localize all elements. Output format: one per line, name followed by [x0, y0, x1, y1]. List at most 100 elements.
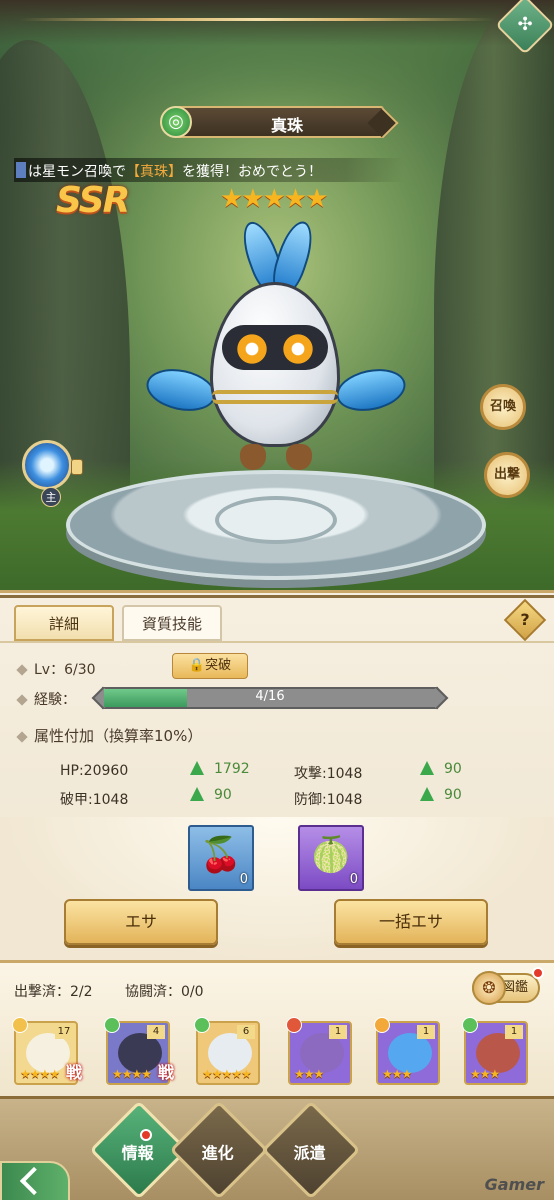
card-level: 17 — [55, 1025, 73, 1039]
book-emblem-icon: ❂ — [472, 971, 506, 1005]
element-icon — [286, 1017, 302, 1033]
card-level: 1 — [417, 1025, 435, 1039]
monster-card[interactable]: 6 ★★★★★ — [194, 1017, 260, 1085]
sortie-button[interactable]: 出撃 — [484, 452, 530, 498]
ticker-suffix: を獲得！おめでとう！ — [182, 164, 322, 180]
bulk-feed-button[interactable]: 一括エサ — [334, 899, 488, 945]
card-level: 6 — [237, 1025, 255, 1039]
monster-card[interactable]: 1 ★★★ — [286, 1017, 352, 1085]
element-icon — [374, 1017, 390, 1033]
exp-label: 経験： — [34, 692, 76, 708]
ticker-highlight: 【真珠】 — [126, 164, 182, 180]
card-level: 4 — [147, 1025, 165, 1039]
stat-attack-bonus: 90 — [420, 761, 462, 777]
attr-title-row: 属性付加（換算率10%） — [16, 725, 203, 746]
help-icon: ? — [520, 610, 530, 629]
breakthrough-button[interactable]: 🔒突破 — [172, 653, 248, 679]
stat-hp: HP:20960 — [60, 763, 129, 779]
nav-dispatch-label: 派遣 — [293, 1143, 326, 1163]
exp-row: 経験： — [16, 689, 76, 709]
summon-button[interactable]: 召喚 — [480, 384, 526, 430]
attr-title: 属性付加（換算率10%） — [34, 727, 203, 745]
monster-name: 真珠 — [270, 116, 303, 135]
sortie-count: 出撃済：2/2 — [14, 984, 93, 1000]
announcement-ticker: は星モン召喚で【真珠】を獲得！おめでとう！ — [14, 158, 404, 182]
star-rating: ★★★★★ — [220, 184, 329, 214]
monster-card[interactable]: 1 ★★★ — [462, 1017, 528, 1085]
monster-scene: ✣ ◎ 真珠 は星モン召喚で【真珠】を獲得！おめでとう！ SSR ★★★★★ 主… — [0, 0, 554, 590]
coop-count: 協闘済：0/0 — [124, 984, 204, 1000]
roster-bar: 出撃済：2/2 協闘済：0/0 ❂ 図鑑 17 ★★★★ 戦 4 ★★★★ 戦 6 ★★★★★… — [0, 960, 554, 1096]
exp-text: 4/16 — [255, 689, 285, 704]
encyclopedia-button[interactable]: ❂ 図鑑 — [472, 967, 544, 1005]
up-arrow-icon — [190, 761, 204, 775]
element-icon — [462, 1017, 478, 1033]
item-count: 0 — [349, 872, 358, 887]
monster-card[interactable]: 4 ★★★★ 戦 — [104, 1017, 174, 1085]
detail-panel: 詳細 資質技能 ? Lv：6/30 🔒突破 経験： 4/16 属性付加（換算率1… — [0, 590, 554, 963]
monster-card[interactable]: 17 ★★★★ 戦 — [12, 1017, 82, 1085]
nav-evolve-label: 進化 — [201, 1143, 234, 1163]
element-icon — [104, 1017, 120, 1033]
card-stars: ★★★ — [470, 1067, 500, 1081]
cherry-item[interactable]: 🍒 0 — [188, 825, 254, 891]
up-arrow-icon — [420, 761, 434, 775]
level-text: Lv：6/30 — [34, 662, 96, 678]
rarity-badge: SSR — [56, 180, 130, 221]
element-icon — [12, 1017, 28, 1033]
in-battle-badge: 戦 — [65, 1063, 82, 1082]
stat-defense-bonus: 90 — [420, 787, 462, 803]
feed-area: 🍒 0 🍈 0 エサ 一括エサ — [0, 817, 554, 963]
diamond-bullet-icon — [16, 730, 28, 743]
breakthrough-label: 突破 — [205, 658, 232, 673]
summon-platform — [66, 470, 486, 580]
feed-button[interactable]: エサ — [64, 899, 218, 945]
top-frame — [0, 0, 554, 46]
bottom-nav: 情報 進化 派遣 Gamer — [0, 1096, 554, 1200]
help-button[interactable]: ? — [503, 598, 547, 642]
monster-sprite[interactable] — [140, 217, 410, 480]
level-row: Lv：6/30 — [16, 659, 96, 679]
element-icon — [194, 1017, 210, 1033]
card-level: 1 — [505, 1025, 523, 1039]
stat-hp-bonus: 1792 — [190, 761, 250, 777]
stat-armor-break-bonus: 90 — [190, 787, 232, 803]
card-level: 1 — [329, 1025, 347, 1039]
back-button[interactable] — [0, 1161, 70, 1200]
tab-details[interactable]: 詳細 — [14, 605, 114, 641]
card-stars: ★★★★ — [20, 1067, 60, 1081]
back-arrow-icon — [19, 1166, 49, 1196]
notification-dot — [532, 967, 544, 979]
cherry-icon: 🍒 — [199, 835, 243, 875]
card-stars: ★★★★★ — [202, 1067, 252, 1081]
wind-swirl-icon: ◎ — [160, 106, 192, 138]
up-arrow-icon — [190, 787, 204, 801]
item-count: 0 — [239, 872, 248, 887]
watermark-logo: Gamer — [484, 1175, 544, 1194]
stat-defense: 防御:1048 — [294, 792, 363, 808]
stat-attack: 攻撃:1048 — [294, 766, 363, 782]
up-arrow-icon — [420, 787, 434, 801]
monster-card[interactable]: 1 ★★★ — [374, 1017, 440, 1085]
nav-info-label: 情報 — [121, 1143, 154, 1163]
card-stars: ★★★ — [382, 1067, 412, 1081]
skill-orb-button[interactable]: 主 — [22, 440, 83, 507]
stat-armor-break: 破甲:1048 — [60, 792, 129, 808]
card-stars: ★★★★ — [112, 1067, 152, 1081]
card-stars: ★★★ — [294, 1067, 324, 1081]
name-banner: ◎ 真珠 — [160, 104, 384, 140]
fruit-item[interactable]: 🍈 0 — [298, 825, 364, 891]
main-skill-badge: 主 — [41, 487, 61, 507]
info-pin-icon — [71, 459, 83, 475]
in-battle-badge: 戦 — [157, 1063, 174, 1082]
tab-traits-skills[interactable]: 資質技能 — [122, 605, 222, 641]
notification-dot — [140, 1129, 152, 1141]
ticker-prefix: は星モン召喚で — [28, 164, 126, 180]
exp-bar: 4/16 — [92, 687, 448, 709]
diamond-bullet-icon — [16, 694, 28, 706]
clover-icon: ✣ — [517, 14, 533, 35]
diamond-bullet-icon — [16, 664, 28, 676]
roster-counts: 出撃済：2/2 協闘済：0/0 — [14, 981, 232, 1001]
nav-dispatch[interactable]: 派遣 — [261, 1100, 361, 1200]
nav-evolve[interactable]: 進化 — [169, 1100, 269, 1200]
